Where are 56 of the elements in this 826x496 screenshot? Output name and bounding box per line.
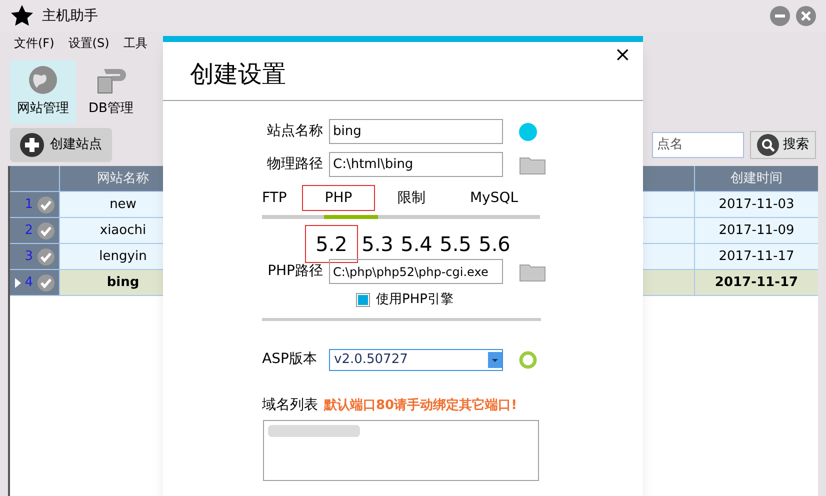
minimize-icon[interactable] [770, 6, 790, 26]
folder-icon[interactable] [519, 154, 547, 174]
row-pointer-icon [14, 278, 21, 288]
window-title: 主机助手 [42, 6, 98, 26]
field-label: PHP路径 [266, 262, 323, 281]
toolbar-button[interactable]: DB管理 [78, 60, 144, 124]
toolbar-button[interactable]: 网站管理 [10, 60, 76, 124]
check-icon[interactable] [37, 222, 55, 240]
table-cell: 2017-11-09 [694, 218, 818, 243]
table-cell: 2017-11-17 [694, 270, 818, 295]
field-label: ASP版本 [261, 350, 317, 369]
table-cell-text: lengyin [98, 248, 148, 266]
table-cell: 2017-11-03 [694, 192, 818, 217]
version-dropdown[interactable]: v2.0.50727 [329, 348, 503, 370]
search-icon [757, 134, 779, 156]
table-cell-text: bing [106, 274, 140, 292]
row-number: 3 [24, 248, 33, 266]
check-icon[interactable] [37, 196, 55, 214]
dialog-title: 创建设置 [190, 59, 286, 90]
table-cell-text: new [108, 196, 138, 214]
text-field[interactable]: C:\html\bing [329, 152, 503, 177]
warning-text: 默认端口80请手动绑定其它端口! [324, 396, 518, 415]
search-field[interactable]: 点名 [652, 132, 744, 158]
plus-icon [20, 133, 44, 157]
field-label: 物理路径 [266, 155, 323, 174]
folder-icon[interactable] [519, 262, 547, 282]
table-cell-text: xiaochi [98, 222, 148, 240]
row-number: 2 [24, 222, 33, 240]
engine-checkbox[interactable]: 使用PHP引擎 [356, 290, 643, 310]
tab[interactable]: FTP [262, 185, 302, 211]
check-icon[interactable] [37, 274, 55, 292]
column-header[interactable]: 创建时间 [694, 166, 818, 191]
text-field[interactable]: bing [329, 119, 503, 144]
field-label: 域名列表 [262, 396, 318, 414]
create-site-button[interactable]: 创建站点 [10, 128, 112, 162]
row-number: 1 [24, 196, 33, 214]
check-icon[interactable] [37, 248, 55, 266]
ring-icon [519, 350, 537, 368]
star-icon [10, 4, 34, 28]
row-number: 4 [24, 274, 33, 292]
globe-icon [28, 65, 58, 96]
version-option[interactable]: 5.2 [305, 225, 358, 263]
close-icon[interactable] [796, 6, 816, 26]
menu-item[interactable]: 设置(S) [68, 34, 110, 52]
close-button[interactable]: × [614, 44, 631, 64]
table-cell: 2017-11-17 [694, 244, 818, 269]
domain-list-field[interactable] [263, 420, 539, 480]
menu-item[interactable]: 工具 [123, 34, 148, 52]
tab[interactable]: 限制 [375, 185, 448, 211]
search-button[interactable]: 搜索 [750, 131, 816, 159]
tab[interactable]: PHP [302, 185, 375, 211]
text-field[interactable]: C:\php\php52\php-cgi.exe [329, 259, 503, 284]
status-dot-icon [519, 122, 537, 140]
field-label: 站点名称 [266, 122, 323, 141]
menu-item[interactable]: 文件(F) [14, 34, 54, 52]
tab[interactable]: MySQL [448, 185, 540, 211]
